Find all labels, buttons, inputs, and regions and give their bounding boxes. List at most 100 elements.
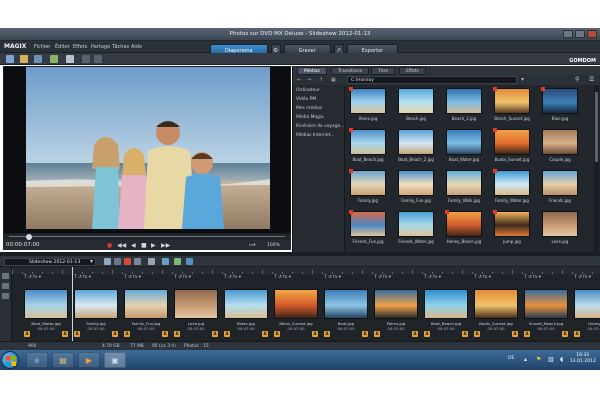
rewind-icon[interactable]: ◀◀: [117, 242, 126, 249]
slide-transition-badge[interactable]: A: [162, 331, 168, 337]
storyboard-icon[interactable]: [2, 273, 9, 279]
timeline-slide[interactable]: T ↺ fx ▾ Boats_Sunset.jpg 00:07:00 A A: [472, 274, 520, 341]
timeline-slide[interactable]: T ↺ fx ▾ Palms.jpg 00:07:00 A A: [372, 274, 420, 341]
slide-image[interactable]: [74, 289, 118, 319]
forward-icon[interactable]: →: [307, 77, 311, 83]
tab-transitions[interactable]: Transitions: [331, 67, 370, 75]
slide-fx-controls[interactable]: T ↺ fx ▾: [424, 275, 441, 280]
timeline-view-icon[interactable]: [2, 283, 9, 289]
slide-audio-badge[interactable]: A: [474, 331, 480, 337]
slide-image[interactable]: [424, 289, 468, 319]
media-thumbnail[interactable]: Family_Water.jpg: [493, 169, 530, 203]
stop-icon[interactable]: ■: [141, 242, 147, 249]
save-icon[interactable]: [34, 55, 42, 63]
slide-transition-badge[interactable]: A: [462, 331, 468, 337]
slide-fx-controls[interactable]: T ↺ fx ▾: [124, 275, 141, 280]
undo-timeline-icon[interactable]: [134, 258, 141, 265]
slide-transition-badge[interactable]: A: [262, 331, 268, 337]
media-thumbnail[interactable]: Friends_Fun.jpg: [349, 210, 386, 244]
slide-image[interactable]: [324, 289, 368, 319]
slide-image[interactable]: [274, 289, 318, 319]
timeline-slide[interactable]: T ↺ fx ▾ Boat.jpg 00:07:00 A A: [322, 274, 370, 341]
tab-effects[interactable]: Effets: [399, 67, 426, 75]
media-thumbnail[interactable]: Friends.jpg: [542, 170, 578, 203]
new-project-icon[interactable]: [6, 55, 14, 63]
slide-image[interactable]: [174, 289, 218, 319]
timeline-slide[interactable]: T ↺ fx ▾Honey...00:07:00AA: [572, 274, 600, 341]
music-icon[interactable]: [186, 258, 193, 265]
media-scrollbar[interactable]: [594, 86, 599, 252]
menu-help[interactable]: Aide: [131, 44, 142, 50]
slide-image[interactable]: [374, 289, 418, 319]
slide-transition-badge[interactable]: A: [512, 331, 518, 337]
menu-effects[interactable]: Effets: [73, 44, 87, 50]
record-icon[interactable]: ●: [107, 242, 112, 249]
slide-transition-badge[interactable]: A: [412, 331, 418, 337]
slide-audio-badge[interactable]: A: [424, 331, 430, 337]
tab-media[interactable]: Médias: [297, 67, 327, 75]
media-thumbnail[interactable]: Beach_2.jpg: [446, 88, 482, 121]
timeline-slide[interactable]: T ↺ fx ▾ Sunset_Beach.jpg 00:07:00 A A: [522, 274, 570, 341]
clock[interactable]: 16:31 13.01.2012: [570, 353, 596, 365]
path-dropdown-icon[interactable]: ▾: [521, 76, 524, 83]
menu-file[interactable]: Fichier: [34, 44, 50, 50]
slide-fx-controls[interactable]: T ↺ fx ▾: [524, 275, 541, 280]
playhead[interactable]: [72, 267, 73, 341]
timeline-slide[interactable]: T ↺ fx ▾ Relax_Sunset.jpg 00:07:00 A A: [272, 274, 320, 341]
slide-fx-controls[interactable]: T ↺ fx ▾: [574, 275, 591, 280]
list-view-icon[interactable]: ☰: [589, 76, 594, 83]
view-mode-icon[interactable]: [104, 258, 111, 265]
slide-fx-controls[interactable]: T ↺ fx ▾: [24, 275, 41, 280]
media-thumbnail[interactable]: Blue.jpg: [541, 87, 578, 121]
slide-audio-badge[interactable]: A: [74, 331, 80, 337]
zoom-icon[interactable]: ▭▾: [249, 243, 256, 248]
timeline-ruler[interactable]: [12, 267, 600, 274]
volume-icon[interactable]: ◖: [560, 356, 563, 363]
slideshow-selector[interactable]: Slideshow 2012-01-13: [4, 258, 96, 266]
slide-transition-badge[interactable]: A: [562, 331, 568, 337]
zoom-timeline-icon[interactable]: [2, 293, 9, 299]
tools-icon[interactable]: [66, 55, 74, 63]
media-thumbnail[interactable]: Honey_Beach.jpg: [445, 210, 482, 244]
maximize-button[interactable]: [575, 30, 585, 38]
timeline-slide[interactable]: T ↺ fx ▾ Boat_Water.jpg 00:07:00 A A: [22, 274, 70, 341]
menu-share[interactable]: Partage: [91, 44, 110, 50]
slide-audio-badge[interactable]: A: [24, 331, 30, 337]
tab-titles[interactable]: Titre: [371, 67, 396, 75]
slide-fx-controls[interactable]: T ↺ fx ▾: [374, 275, 391, 280]
redo-icon[interactable]: [94, 55, 102, 63]
transition-icon[interactable]: [174, 258, 181, 265]
slide-image[interactable]: [124, 289, 168, 319]
timeline-slide[interactable]: T ↺ fx ▾ Boat_Beach.jpg 00:07:00 A A: [422, 274, 470, 341]
search-icon[interactable]: ⚲: [575, 76, 579, 83]
slide-fx-controls[interactable]: T ↺ fx ▾: [174, 275, 191, 280]
media-thumbnail[interactable]: Alone.jpg: [349, 87, 386, 121]
network-icon[interactable]: ▥: [548, 356, 554, 363]
up-folder-icon[interactable]: ↑: [319, 77, 323, 83]
tray-arrow-icon[interactable]: ▴: [524, 356, 527, 363]
slide-fx-controls[interactable]: T ↺ fx ▾: [74, 275, 91, 280]
media-thumbnail[interactable]: Friends_Water.jpg: [398, 211, 434, 244]
slide-image[interactable]: [474, 289, 518, 319]
slide-audio-badge[interactable]: A: [274, 331, 280, 337]
slide-image[interactable]: [574, 289, 600, 319]
folder-item[interactable]: Vidéo PM: [293, 95, 344, 104]
menu-tasks[interactable]: Tâches: [112, 44, 129, 50]
timeline-slide[interactable]: T ↺ fx ▾ Relax.jpg 00:07:00 A A: [222, 274, 270, 341]
undo-icon[interactable]: [82, 55, 90, 63]
slide-audio-badge[interactable]: A: [124, 331, 130, 337]
slide-transition-badge[interactable]: A: [62, 331, 68, 337]
slide-fx-controls[interactable]: T ↺ fx ▾: [274, 275, 291, 280]
zoom-level[interactable]: 100%: [267, 243, 280, 248]
media-thumbnail[interactable]: Family_Fun.jpg: [398, 170, 434, 203]
slide-audio-badge[interactable]: A: [324, 331, 330, 337]
language-indicator[interactable]: DE: [508, 356, 514, 361]
slide-audio-badge[interactable]: A: [524, 331, 530, 337]
slide-image[interactable]: [24, 289, 68, 319]
slide-fx-controls[interactable]: T ↺ fx ▾: [324, 275, 341, 280]
open-folder-icon[interactable]: [20, 55, 28, 63]
magix-taskbar-icon[interactable]: ▣: [104, 352, 126, 368]
media-player-icon[interactable]: ▶: [78, 352, 100, 368]
timeline-slide[interactable]: T ↺ fx ▾ Family_Fun.jpg 00:07:00 A A: [122, 274, 170, 341]
folder-item[interactable]: Média Magix: [293, 113, 344, 122]
